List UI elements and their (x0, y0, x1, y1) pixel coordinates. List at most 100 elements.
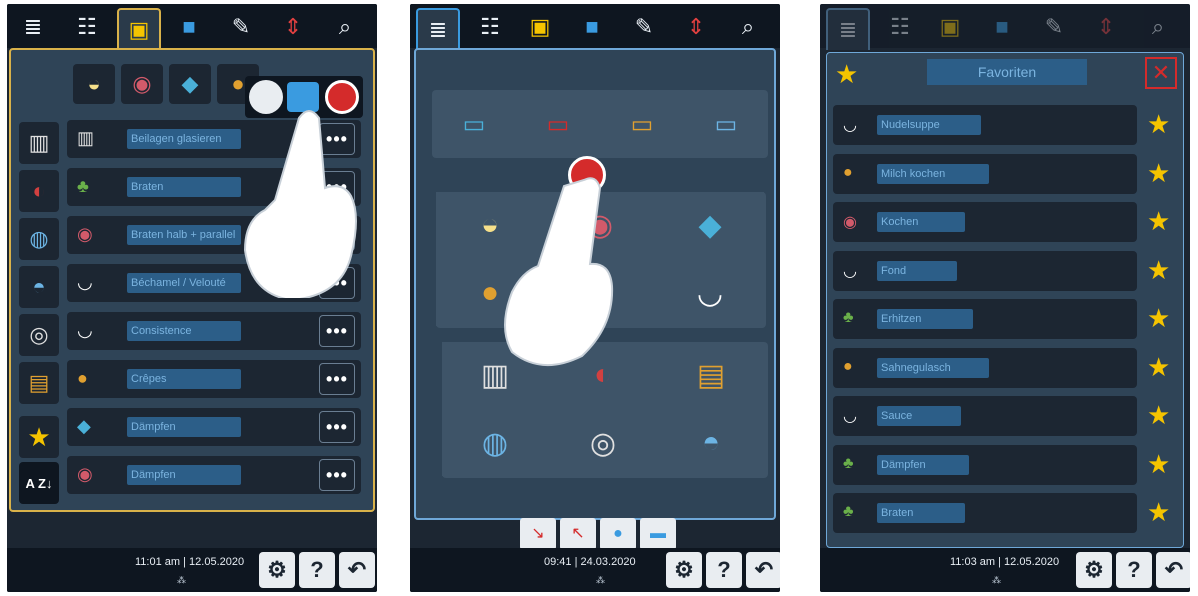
pot-icon[interactable]: ◍ (442, 410, 548, 476)
list-item[interactable]: ◆ Dämpfen ••• (67, 408, 361, 446)
favorite-item[interactable]: ◡ Nudelsuppe (833, 105, 1137, 145)
list-item-label: Consistence (127, 321, 241, 341)
chef-hat-icon[interactable]: ▣ (520, 10, 560, 44)
list-item-label: Crêpes (127, 369, 241, 389)
settings-button[interactable]: ⚙ (666, 552, 702, 588)
drain-icon[interactable]: ↖ (560, 518, 596, 550)
favorite-star-icon[interactable]: ★ (1147, 109, 1170, 140)
favorite-star-icon[interactable]: ★ (1147, 449, 1170, 480)
side-pot-icon[interactable]: ◍ (19, 218, 59, 260)
side-kettle-icon[interactable]: ◓ (19, 266, 59, 308)
soup-icon: ◡ (843, 262, 857, 280)
favorite-star-icon[interactable]: ★ (1147, 206, 1170, 237)
fryer-icon[interactable]: ▤ (658, 342, 764, 408)
chef-hat-icon[interactable]: ▣ (117, 8, 161, 50)
back-button[interactable]: ↶ (746, 552, 780, 588)
bottom-tools: ↘ ↖ ● ▬ (520, 518, 676, 552)
zoom-icon[interactable]: ⇕ (1086, 10, 1126, 44)
side-pressure-icon[interactable]: ◎ (19, 314, 59, 356)
list-item[interactable]: ● Crêpes ••• (67, 360, 361, 398)
soup-icon: ◡ (843, 408, 857, 425)
panel-cookbook: ≣ ☷ ▣ ■ ✎ ⇕ ⌕ ◒ ◉ ◆ ● ▥ ◐ ◍ ◓ ◎ ▤ ★ A Z↓… (7, 4, 377, 592)
list-item-label: Braten halb + parallel (127, 225, 241, 245)
fish-icon[interactable]: ◆ (169, 64, 211, 104)
steam-icon[interactable]: ▭ (434, 92, 514, 156)
favorite-item[interactable]: ◉ Kochen (833, 202, 1137, 242)
edit-icon[interactable]: ✎ (221, 10, 261, 44)
list-item[interactable]: ◉ Dämpfen ••• (67, 456, 361, 494)
favorite-item[interactable]: ◡ Fond (833, 250, 1137, 291)
list-item-label: Dämpfen (127, 465, 241, 485)
favorite-item[interactable]: ● Sahnegulasch (833, 347, 1137, 388)
settings-button[interactable]: ⚙ (1076, 552, 1112, 588)
favorite-item[interactable]: ● Milch kochen (833, 153, 1137, 194)
sliders-icon[interactable]: ☷ (880, 10, 920, 44)
menu-icon[interactable]: ≣ (416, 8, 460, 50)
program-icon[interactable]: ■ (572, 10, 612, 44)
fill-icon[interactable]: ↘ (520, 518, 556, 550)
more-options-button[interactable]: ••• (319, 315, 355, 347)
water-icon[interactable]: ● (600, 518, 636, 550)
footer: 09:41 | 24.03.2020 ⁂ ⚙ ? ↶ (410, 548, 780, 592)
search-icon[interactable]: ⌕ (325, 10, 365, 44)
water-in-icon[interactable]: ▬ (640, 518, 676, 550)
vegetable-icon: ♣ (843, 454, 854, 472)
bake-icon[interactable]: ▭ (602, 92, 682, 156)
side-griddle-icon[interactable]: ▥ (19, 122, 59, 164)
favorite-label: Sauce (877, 406, 961, 426)
favorite-item[interactable]: ♣ Braten (833, 493, 1137, 533)
menu-icon[interactable]: ≣ (13, 10, 53, 44)
chef-hat-icon[interactable]: ▣ (930, 10, 970, 44)
program-icon[interactable]: ■ (982, 10, 1022, 44)
favorite-label: Erhitzen (877, 309, 973, 329)
favorite-label: Sahnegulasch (877, 357, 989, 378)
settings-button[interactable]: ⚙ (259, 552, 295, 588)
help-button[interactable]: ? (706, 552, 742, 588)
edit-icon[interactable]: ✎ (1034, 10, 1074, 44)
grill-icon[interactable]: ▭ (518, 92, 598, 156)
favorite-star-icon[interactable]: ★ (1147, 497, 1170, 528)
footer: 11:03 am | 12.05.2020 ⁂ ⚙ ? ↶ (820, 548, 1190, 592)
favorite-star-icon[interactable]: ★ (1147, 303, 1170, 334)
zoom-icon[interactable]: ⇕ (273, 10, 313, 44)
sort-az-button[interactable]: A Z↓ (19, 462, 59, 504)
more-options-button[interactable]: ••• (319, 363, 355, 395)
fish-icon[interactable]: ◆ (656, 192, 764, 258)
soup-icon[interactable]: ◡ (656, 260, 764, 326)
favorite-item[interactable]: ♣ Erhitzen (833, 299, 1137, 339)
help-button[interactable]: ? (1116, 552, 1152, 588)
back-button[interactable]: ↶ (339, 552, 375, 588)
favorites-filter-star-icon[interactable]: ★ (19, 416, 59, 458)
side-fryer-icon[interactable]: ▤ (19, 362, 59, 404)
favorite-item[interactable]: ◡ Sauce (833, 396, 1137, 436)
sliders-icon[interactable]: ☷ (470, 10, 510, 44)
more-options-button[interactable]: ••• (319, 411, 355, 443)
top-bar: ≣ ☷ ▣ ■ ✎ ⇕ ⌕ (820, 4, 1190, 50)
program-icon[interactable]: ■ (169, 10, 209, 44)
back-button[interactable]: ↶ (1156, 552, 1190, 588)
side-pan-icon[interactable]: ◐ (19, 170, 59, 212)
zoom-icon[interactable]: ⇕ (676, 10, 716, 44)
close-button[interactable]: ✕ (1145, 57, 1177, 89)
help-button[interactable]: ? (299, 552, 335, 588)
favorite-star-icon[interactable]: ★ (1147, 352, 1170, 383)
sliders-icon[interactable]: ☷ (67, 10, 107, 44)
more-options-button[interactable]: ••• (319, 459, 355, 491)
finishing-icon[interactable]: ▭ (686, 92, 766, 156)
favorites-dialog: ★ Favoriten ✕ ◡ Nudelsuppe ★ ● Milch kochen ★… (826, 52, 1184, 548)
favorite-label: Fond (877, 260, 957, 281)
methods-bar: ▭ ▭ ▭ ▭ (432, 90, 768, 158)
meat-icon[interactable]: ◉ (121, 64, 163, 104)
list-item[interactable]: ◡ Consistence ••• (67, 312, 361, 350)
egg-icon[interactable]: ◒ (73, 64, 115, 104)
favorite-item[interactable]: ♣ Dämpfen (833, 444, 1137, 485)
menu-icon[interactable]: ≣ (826, 8, 870, 50)
edit-icon[interactable]: ✎ (624, 10, 664, 44)
favorite-star-icon[interactable]: ★ (1147, 255, 1170, 286)
kettle-icon[interactable]: ◎ (550, 410, 656, 476)
search-icon[interactable]: ⌕ (728, 10, 768, 44)
search-icon[interactable]: ⌕ (1138, 10, 1178, 44)
favorite-star-icon[interactable]: ★ (1147, 400, 1170, 431)
pressure-pot-icon[interactable]: ◓ (658, 410, 764, 476)
favorite-star-icon[interactable]: ★ (1147, 158, 1170, 189)
